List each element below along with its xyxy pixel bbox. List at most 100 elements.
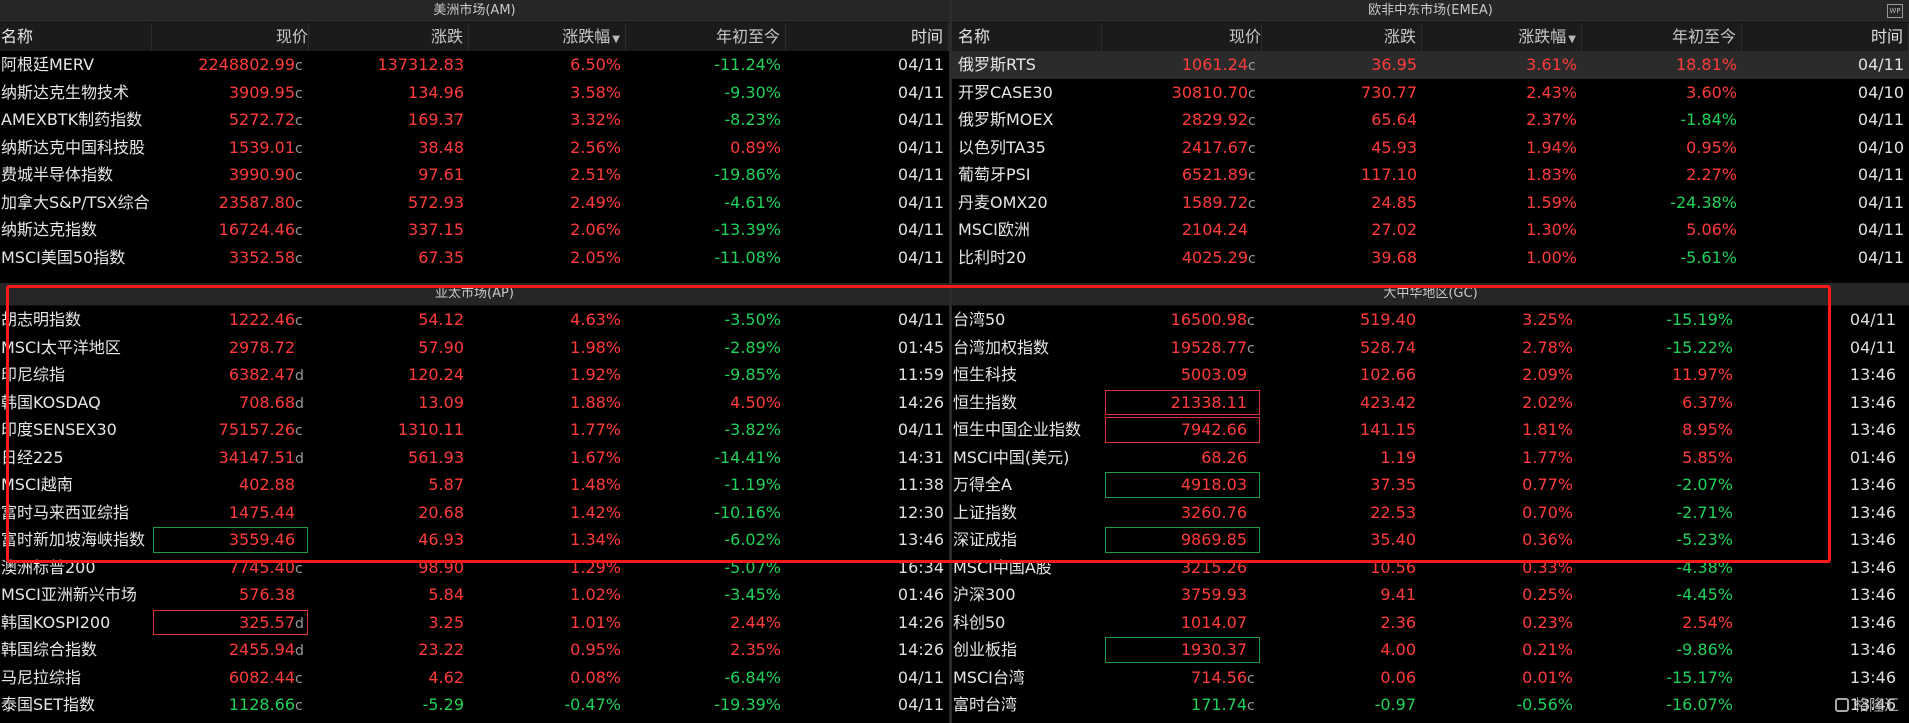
index-change: 24.85 [1371,192,1417,212]
table-body-americas: 阿根廷MERV 2248802.99c 137312.83 6.50% -11.24% 0… [0,51,949,271]
table-row[interactable]: 胡志明指数 1222.46c 54.12 4.63% -3.50% 04/11 [0,306,949,334]
index-pct: 6.50% [570,55,621,74]
col-header-name[interactable]: 名称 [952,23,1102,51]
index-pct: 1.94% [1526,137,1577,157]
index-ytd: 2.54% [1682,612,1733,632]
index-time: 13:46 [1849,475,1896,494]
table-row[interactable]: 创业板指 1930.37 4.00 0.21% -9.86% 13:46 [952,636,1909,664]
table-row[interactable]: 印尼综指 6382.47d 120.24 1.92% -9.85% 11:59 [0,361,949,389]
index-price: 21338.11 [1104,389,1261,417]
price-suffix: c [1248,58,1256,74]
index-time: 04/11 [1857,110,1904,129]
table-row[interactable]: 恒生科技 5003.09 102.66 2.09% 11.97% 13:46 [952,361,1909,389]
table-row[interactable]: MSCI中国(美元) 68.26 1.19 1.77% 5.85% 01:46 [952,444,1909,472]
price-value: 1930.37 [1180,640,1247,659]
table-row[interactable]: MSCI欧洲 2104.24 27.02 1.30% 5.06% 04/11 [952,216,1909,244]
table-row[interactable]: 韩国KOSPI200 325.57d 3.25 1.01% 2.44% 14:26 [0,609,949,637]
index-ytd: -9.86% [1676,640,1733,659]
table-row[interactable]: 上证指数 3260.76 22.53 0.70% -2.71% 13:46 [952,499,1909,527]
index-time: 04/10 [1857,82,1904,102]
index-time: 04/11 [1857,220,1904,239]
index-time: 12:30 [897,502,944,522]
col-header-price[interactable]: 现价 [1102,23,1262,51]
index-ytd: -14.41% [714,447,781,467]
table-row[interactable]: 深证成指 9869.85 35.40 0.36% -5.23% 13:46 [952,526,1909,554]
col-header-pct[interactable]: 涨跌幅 ▼ [469,23,626,51]
table-row[interactable]: 加拿大S&P/TSX综合 23587.80c 572.93 2.49% -4.61% 04… [0,189,949,217]
table-row[interactable]: MSCI亚洲新兴市场 576.38 5.84 1.02% -3.45% 01:46 [0,581,949,609]
table-row[interactable]: 纳斯达克中国科技股 1539.01c 38.48 2.56% 0.89% 04/11 [0,134,949,162]
table-row[interactable]: MSCI美国50指数 3352.58c 67.35 2.05% -11.08% 04/11 [0,244,949,272]
col-header-ytd[interactable]: 年初至今 [1582,23,1742,51]
table-row[interactable]: 日经225 34147.51d 561.93 1.67% -14.41% 14:31 [0,444,949,472]
table-row[interactable]: 富时新加坡海峡指数 3559.46 46.93 1.34% -6.02% 13:46 [0,526,949,554]
index-time: 04/11 [897,192,944,212]
table-row[interactable]: 富时台湾 171.74c -0.97 -0.56% -16.07% 13:46 [952,691,1909,719]
table-row[interactable]: 万得全A 4918.03 37.35 0.77% -2.07% 13:46 [952,471,1909,499]
table-row[interactable]: 俄罗斯MOEX 2829.92c 65.64 2.37% -1.84% 04/11 [952,106,1909,134]
table-row[interactable]: 葡萄牙PSI 6521.89c 117.10 1.83% 2.27% 04/11 [952,161,1909,189]
col-header-pct[interactable]: 涨跌幅 ▼ [1422,23,1582,51]
table-row[interactable]: 韩国综合指数 2455.94d 23.22 0.95% 2.35% 14:26 [0,636,949,664]
index-price: 1014.07 [1104,609,1261,637]
col-header-price[interactable]: 现价 [152,23,309,51]
index-price: 3759.93 [1104,581,1261,609]
table-row[interactable]: 恒生指数 21338.11 423.42 2.02% 6.37% 13:46 [952,389,1909,417]
index-time: 04/11 [897,420,944,439]
table-row[interactable]: 台湾加权指数 19528.77c 528.74 2.78% -15.22% 04/11 [952,334,1909,362]
table-row[interactable]: MSCI台湾 714.56c 0.06 0.01% -15.17% 13:46 [952,664,1909,692]
index-time: 04/11 [1857,247,1904,267]
col-header-time[interactable]: 时间 [786,23,949,51]
price-suffix: d [295,395,304,412]
table-row[interactable]: MSCI太平洋地区 2978.72 57.90 1.98% -2.89% 01:45 [0,334,949,362]
index-time: 04/11 [1857,192,1904,212]
index-name: 马尼拉综指 [1,667,82,687]
table-row[interactable]: 澳洲标普200 7745.40c 98.90 1.29% -5.07% 16:34 [0,554,949,582]
table-row[interactable]: 恒生中国企业指数 7942.66 141.15 1.81% 8.95% 13:46 [952,416,1909,444]
index-change: 5.84 [428,585,464,604]
price-suffix: c [295,168,303,184]
index-ytd: -1.84% [1680,110,1737,129]
table-row[interactable]: 丹麦OMX20 1589.72c 24.85 1.59% -24.38% 04/11 [952,189,1909,217]
table-row[interactable]: MSCI越南 402.88 5.87 1.48% -1.19% 11:38 [0,471,949,499]
index-price: 5003.09 [1104,361,1261,389]
table-row[interactable]: 阿根廷MERV 2248802.99c 137312.83 6.50% -11.24% 0… [0,51,949,79]
table-row[interactable]: 富时马来西亚综指 1475.44 20.68 1.42% -10.16% 12:30 [0,499,949,527]
table-row[interactable]: 韩国KOSDAQ 708.68d 13.09 1.88% 4.50% 14:26 [0,389,949,417]
col-header-change[interactable]: 涨跌 [1262,23,1422,51]
index-name: 韩国KOSDAQ [1,392,101,412]
table-row[interactable]: 台湾50 16500.98c 519.40 3.25% -15.19% 04/11 [952,306,1909,334]
table-row[interactable]: MSCI中国A股 3215.26 10.56 0.33% -4.38% 13:46 [952,554,1909,582]
index-price: 9869.85 [1104,526,1261,554]
index-time: 14:26 [897,640,944,659]
table-row[interactable]: 沪深300 3759.93 9.41 0.25% -4.45% 13:46 [952,581,1909,609]
table-row[interactable]: 纳斯达克生物技术 3909.95c 134.96 3.58% -9.30% 04/11 [0,79,949,107]
index-change: 337.15 [408,220,464,239]
table-row[interactable]: 比利时20 4025.29c 39.68 1.00% -5.61% 04/11 [952,244,1909,272]
table-row[interactable]: 以色列TA35 2417.67c 45.93 1.94% 0.95% 04/10 [952,134,1909,162]
table-row[interactable]: 泰国SET指数 1128.66c -5.29 -0.47% -19.39% 04/11 [0,691,949,719]
index-price: 1222.46c [152,306,309,334]
index-ytd: -9.30% [724,82,781,102]
index-name: 纳斯达克指数 [1,220,98,239]
table-row[interactable]: AMEXBTK制药指数 5272.72c 169.37 3.32% -8.23% 04/1… [0,106,949,134]
index-time: 13:46 [1849,557,1896,577]
price-value: 1539.01 [228,137,295,157]
index-name: 加拿大S&P/TSX综合 [1,192,150,212]
table-row[interactable]: 印度SENSEX30 75157.26c 1310.11 1.77% -3.82% 04/… [0,416,949,444]
table-row[interactable]: 科创50 1014.07 2.36 0.23% 2.54% 13:46 [952,609,1909,637]
index-ytd: -3.50% [724,310,781,329]
index-time: 13:46 [1849,392,1896,412]
table-row[interactable]: 俄罗斯RTS 1061.24c 36.95 3.61% 18.81% 04/11 [952,51,1909,79]
table-header-americas: 名称 现价 涨跌 涨跌幅 ▼ 年初至今 时间 [0,23,949,51]
window-icon[interactable]: WP [1887,4,1903,18]
col-header-name[interactable]: 名称 [0,23,152,51]
table-row[interactable]: 纳斯达克指数 16724.46c 337.15 2.06% -13.39% 04/11 [0,216,949,244]
table-row[interactable]: 开罗CASE30 30810.70c 730.77 2.43% 3.60% 04/10 [952,79,1909,107]
col-header-ytd[interactable]: 年初至今 [626,23,786,51]
col-header-change[interactable]: 涨跌 [309,23,469,51]
index-time: 11:38 [897,475,944,494]
table-row[interactable]: 费城半导体指数 3990.90c 97.61 2.51% -19.86% 04/11 [0,161,949,189]
table-row[interactable]: 马尼拉综指 6082.44c 4.62 0.08% -6.84% 04/11 [0,664,949,692]
col-header-time[interactable]: 时间 [1742,23,1909,51]
